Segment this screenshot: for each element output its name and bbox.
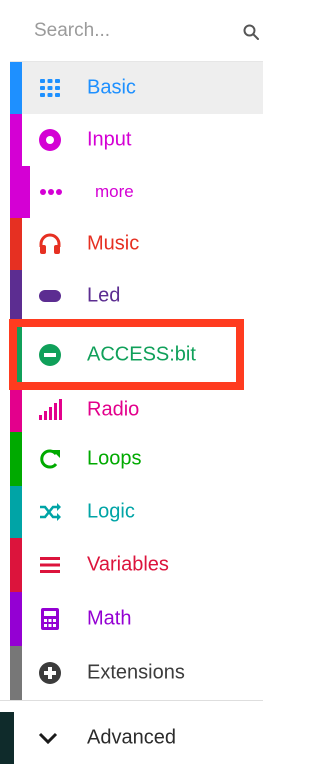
headphones-icon	[39, 233, 61, 254]
category-basic[interactable]: Basic	[10, 62, 263, 114]
category-label: Variables	[87, 553, 169, 576]
category-loops[interactable]: Loops	[10, 432, 263, 486]
list-lines-icon	[40, 557, 60, 573]
chevron-down-icon	[38, 732, 58, 745]
divider	[0, 700, 263, 701]
category-color-bar	[10, 166, 30, 218]
category-label: ACCESS:bit	[87, 343, 196, 366]
category-color-bar	[10, 388, 22, 432]
category-label: Logic	[87, 500, 135, 523]
category-color-bar	[10, 486, 22, 538]
calculator-icon	[41, 608, 59, 630]
category-label: Input	[87, 128, 132, 151]
advanced-toggle[interactable]: Advanced	[0, 712, 263, 764]
category-color-bar	[10, 270, 22, 322]
category-color-bar	[10, 322, 22, 388]
toolbox-panel: Basic Input more Music	[0, 0, 263, 764]
category-input[interactable]: Input	[10, 114, 263, 166]
category-label: Math	[87, 607, 132, 630]
category-math[interactable]: Math	[10, 592, 263, 646]
category-color-bar	[10, 646, 22, 700]
plus-circle-icon	[39, 662, 61, 684]
category-led[interactable]: Led	[10, 270, 263, 322]
shuffle-icon	[40, 503, 61, 521]
category-variables[interactable]: Variables	[10, 538, 263, 592]
category-input-more[interactable]: more	[10, 166, 263, 218]
advanced-label: Advanced	[87, 726, 176, 749]
category-color-bar	[10, 62, 22, 114]
category-music[interactable]: Music	[10, 218, 263, 270]
category-color-bar	[10, 218, 22, 270]
category-logic[interactable]: Logic	[10, 486, 263, 538]
category-color-bar	[10, 538, 22, 592]
category-label: Extensions	[87, 661, 185, 684]
search-input[interactable]	[34, 17, 204, 45]
search-icon[interactable]	[243, 24, 259, 40]
led-toggle-icon	[39, 290, 61, 302]
category-color-bar	[10, 592, 22, 646]
category-label: Music	[87, 232, 140, 255]
minus-circle-icon	[39, 344, 61, 366]
category-label: Loops	[87, 447, 142, 470]
category-radio[interactable]: Radio	[10, 388, 263, 432]
loop-arrow-icon	[40, 449, 60, 469]
signal-bars-icon	[39, 399, 62, 420]
more-dots-icon	[40, 189, 62, 195]
category-label: Basic	[87, 76, 136, 99]
category-access-bit[interactable]: ACCESS:bit	[10, 322, 263, 388]
category-extensions[interactable]: Extensions	[10, 646, 263, 700]
search-bar	[10, 0, 263, 62]
category-color-bar	[10, 114, 22, 166]
radio-target-icon	[39, 129, 61, 151]
category-label: Radio	[87, 398, 140, 421]
category-label: more	[95, 182, 134, 201]
category-color-bar	[10, 432, 22, 486]
category-label: Led	[87, 284, 121, 307]
advanced-color-bar	[0, 712, 14, 764]
grid-icon	[40, 79, 60, 97]
